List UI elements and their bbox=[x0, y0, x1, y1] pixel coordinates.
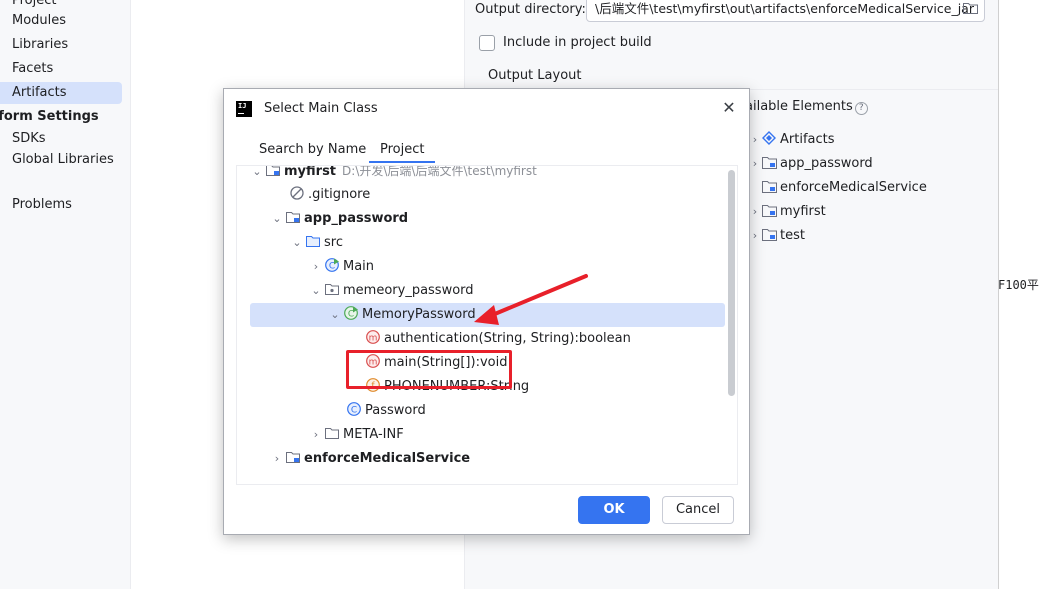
annotation-arrow-icon bbox=[474, 274, 588, 325]
